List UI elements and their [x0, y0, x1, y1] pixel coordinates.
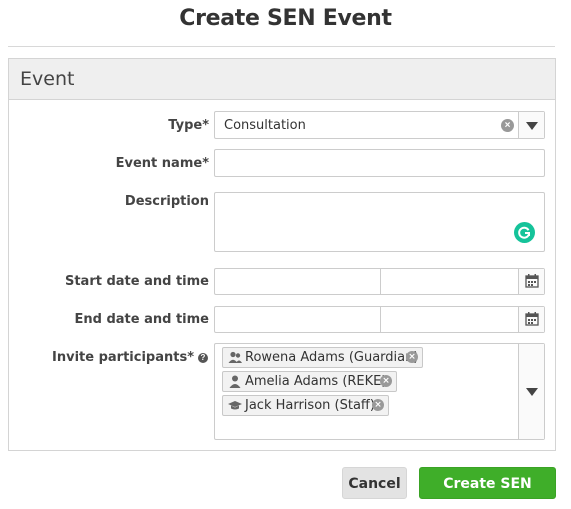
description-label: Description [124, 194, 209, 209]
users-icon [228, 351, 242, 363]
remove-participant-icon[interactable]: × [380, 375, 392, 387]
start-time-input[interactable] [381, 269, 519, 294]
cancel-button[interactable]: Cancel [342, 467, 407, 499]
start-calendar-button[interactable] [518, 269, 544, 294]
type-dropdown-toggle[interactable] [518, 112, 544, 138]
user-icon [229, 375, 241, 388]
start-date-label: Start date and time [64, 274, 209, 289]
type-label: Type* [168, 118, 209, 133]
type-select-value: Consultation [224, 118, 306, 133]
participant-name: Rowena Adams (Guardian) [245, 350, 419, 365]
chevron-down-icon [526, 388, 538, 396]
participants-dropdown-toggle[interactable] [518, 344, 544, 439]
remove-participant-icon[interactable]: × [372, 399, 384, 411]
start-date-input[interactable] [215, 269, 380, 294]
start-datetime-field [214, 268, 545, 295]
grammarly-icon[interactable] [514, 222, 535, 243]
chevron-down-icon [526, 122, 538, 130]
clear-icon[interactable]: × [501, 119, 514, 132]
remove-participant-icon[interactable]: × [406, 351, 418, 363]
participant-tag: Jack Harrison (Staff) × [222, 395, 389, 416]
calendar-icon [525, 312, 539, 326]
create-sen-event-button[interactable]: Create SEN event [419, 467, 556, 509]
participant-name: Jack Harrison (Staff) [245, 398, 375, 413]
end-date-label: End date and time [74, 312, 210, 327]
end-time-input[interactable] [381, 307, 519, 332]
participant-tag: Amelia Adams (REKE) × [222, 371, 397, 392]
event-name-label: Event name* [115, 156, 209, 171]
calendar-icon [525, 274, 539, 288]
participants-multiselect[interactable]: Rowena Adams (Guardian) × Amelia Adams (… [214, 343, 545, 440]
participant-name: Amelia Adams (REKE) [245, 374, 387, 389]
end-calendar-button[interactable] [518, 307, 544, 332]
description-textarea[interactable] [214, 192, 545, 252]
end-date-input[interactable] [215, 307, 380, 332]
dialog-title: Create SEN Event [179, 6, 392, 31]
participant-tag: Rowena Adams (Guardian) × [222, 347, 423, 368]
end-datetime-field [214, 306, 545, 333]
event-name-input[interactable] [214, 149, 545, 177]
title-divider [8, 46, 555, 47]
participants-label: Invite participants* [52, 350, 194, 365]
type-select[interactable]: Consultation × [214, 111, 545, 139]
graduation-cap-icon [228, 401, 242, 410]
section-title: Event [9, 59, 555, 100]
help-icon[interactable]: ? [198, 353, 208, 363]
